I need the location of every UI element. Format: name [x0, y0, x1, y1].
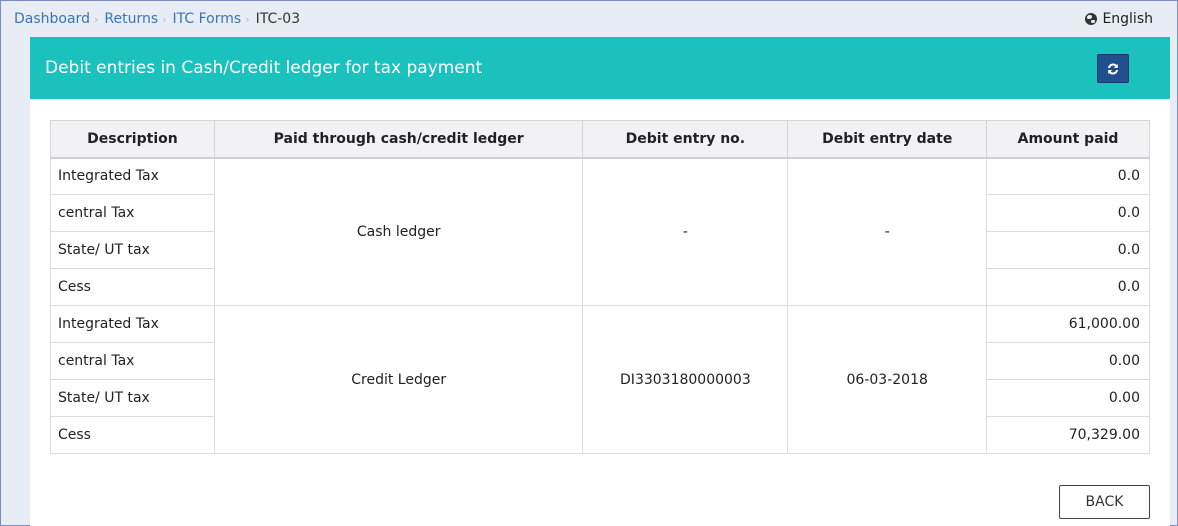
panel-header: Debit entries in Cash/Credit ledger for …: [30, 37, 1170, 99]
breadcrumb-separator: ›: [93, 12, 99, 26]
debit-entry-date-cell: 06-03-2018: [787, 305, 988, 454]
amount-cell: 0.0: [986, 194, 1150, 232]
table-header-row: Description Paid through cash/credit led…: [50, 120, 1150, 159]
breadcrumb: Dashboard › Returns › ITC Forms › ITC-03: [14, 11, 300, 27]
language-label: English: [1102, 11, 1153, 27]
debit-entry-date-cell: -: [787, 157, 988, 306]
description-cell: Cess: [50, 416, 215, 454]
description-cell: central Tax: [50, 342, 215, 380]
header-amount-paid: Amount paid: [986, 120, 1150, 159]
description-cell: central Tax: [50, 194, 215, 232]
refresh-icon: [1108, 63, 1118, 74]
amount-cell: 0.00: [986, 342, 1150, 380]
amount-cell: 0.0: [986, 157, 1150, 195]
description-cell: State/ UT tax: [50, 231, 215, 269]
header-paid-through: Paid through cash/credit ledger: [213, 120, 584, 159]
header-debit-entry-no: Debit entry no.: [582, 120, 789, 159]
breadcrumb-separator: ›: [162, 12, 167, 26]
breadcrumb-separator: ›: [245, 12, 250, 26]
refresh-button[interactable]: [1097, 54, 1129, 83]
debit-entry-no-cell: -: [582, 157, 789, 306]
globe-icon: [1085, 13, 1098, 25]
amount-cell: 70,329.00: [986, 416, 1150, 454]
amount-cell: 0.00: [986, 379, 1150, 417]
breadcrumb-returns[interactable]: Returns: [104, 11, 158, 27]
language-selector[interactable]: English: [1085, 11, 1153, 27]
header-debit-entry-date: Debit entry date: [787, 120, 988, 159]
amount-cell: 61,000.00: [986, 305, 1150, 343]
top-bar: Dashboard › Returns › ITC Forms › ITC-03…: [1, 1, 1177, 37]
ledger-cell: Credit Ledger: [213, 305, 584, 454]
table-row: Integrated Tax Credit Ledger DI330318000…: [50, 305, 1150, 454]
ledger-cell: Cash ledger: [213, 157, 584, 306]
debit-entries-table: Description Paid through cash/credit led…: [50, 120, 1150, 454]
amount-cell: 0.0: [986, 268, 1150, 306]
debit-entry-no-cell: DI3303180000003: [582, 305, 789, 454]
description-cell: Cess: [50, 268, 215, 306]
breadcrumb-dashboard[interactable]: Dashboard: [14, 11, 90, 27]
table-row: Integrated Tax Cash ledger - - 0.0: [50, 157, 1150, 306]
description-cell: Integrated Tax: [50, 157, 215, 195]
header-description: Description: [50, 120, 215, 159]
panel-title: Debit entries in Cash/Credit ledger for …: [45, 58, 483, 78]
description-cell: State/ UT tax: [50, 379, 215, 417]
amount-cell: 0.0: [986, 231, 1150, 269]
breadcrumb-itc-forms[interactable]: ITC Forms: [173, 11, 242, 27]
back-button[interactable]: BACK: [1059, 485, 1150, 519]
debit-entries-panel: Debit entries in Cash/Credit ledger for …: [30, 37, 1170, 526]
breadcrumb-current: ITC-03: [255, 11, 301, 27]
description-cell: Integrated Tax: [50, 305, 215, 343]
